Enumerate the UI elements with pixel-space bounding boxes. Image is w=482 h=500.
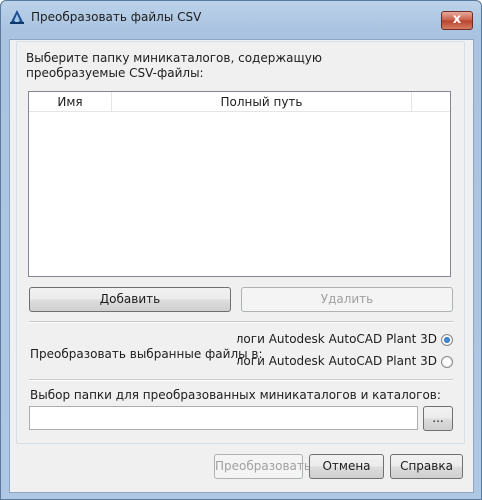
radio-option-label: каталоги Autodesk AutoCAD Plant 3D [237,332,437,346]
convert-button[interactable]: Преобразовать [214,454,311,479]
column-header-full-path[interactable]: Полный путь [112,92,412,112]
radio-option-label: каталоги Autodesk AutoCAD Plant 3D [237,354,437,368]
help-button[interactable]: Справка [390,454,463,479]
browse-button[interactable]: ... [423,406,453,431]
output-folder-label: Выбор папки для преобразованных миниката… [30,388,441,402]
column-header-filler [412,92,450,112]
delete-button[interactable]: Удалить [241,287,453,312]
title-bar[interactable]: Преобразовать файлы CSV x [1,1,481,31]
radio-button-checked[interactable] [441,334,453,346]
csv-files-list[interactable]: Имя Полный путь [28,91,451,277]
window-title: Преобразовать файлы CSV [31,10,202,24]
autodesk-app-icon [10,10,24,24]
add-button[interactable]: Добавить [29,287,231,312]
column-header-name[interactable]: Имя [29,92,112,112]
convert-to-label: Преобразовать выбранные файлы в: [30,347,263,361]
output-folder-input[interactable] [29,406,418,430]
close-icon: x [452,12,462,27]
separator-top [29,321,453,323]
cancel-button[interactable]: Отмена [309,454,384,479]
list-header: Имя Полный путь [29,92,450,112]
radio-button-unchecked[interactable] [441,356,453,368]
folder-prompt-text: Выберите папку миникаталогов, содержащую… [26,51,323,80]
close-button[interactable]: x [441,11,473,30]
separator-middle [29,379,453,381]
radio-option-plant3d-2[interactable]: каталоги Autodesk AutoCAD Plant 3D [237,353,455,371]
radio-option-plant3d-1[interactable]: каталоги Autodesk AutoCAD Plant 3D [237,331,455,349]
